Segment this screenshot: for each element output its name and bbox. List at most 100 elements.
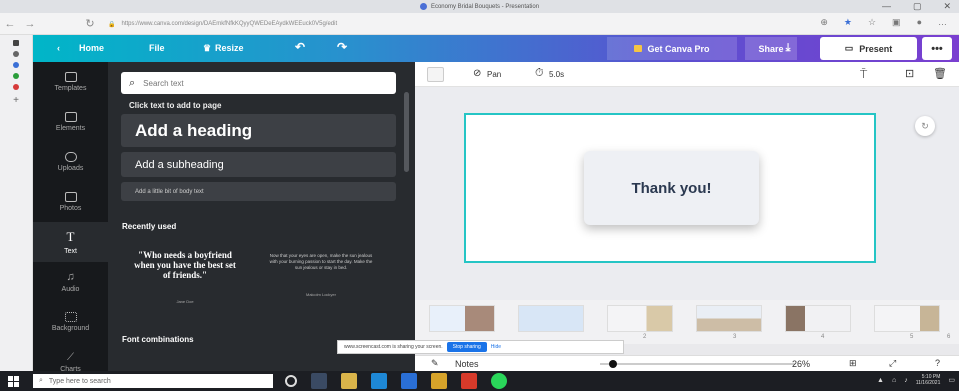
help-button[interactable]: ? — [935, 358, 940, 368]
trash-icon[interactable]: 🗑 — [933, 67, 947, 80]
search-input[interactable] — [143, 78, 364, 88]
add-subheading-button[interactable]: Add a subheading — [121, 152, 396, 177]
zoom-slider-handle[interactable] — [609, 360, 617, 368]
task-view-icon[interactable] — [311, 373, 327, 389]
lock-icon[interactable]: ⊡ — [905, 67, 914, 80]
chrome-icon[interactable] — [491, 373, 507, 389]
page-thumbnail[interactable] — [518, 305, 584, 332]
recent-text-style-1[interactable]: "Who needs a boyfriend when you have the… — [130, 250, 240, 280]
tab-icon[interactable] — [13, 73, 19, 79]
reload-icon[interactable]: ↻ — [80, 17, 100, 30]
sidebar-item-uploads[interactable]: Uploads — [33, 142, 108, 182]
mail-icon[interactable] — [401, 373, 417, 389]
page-thumbnail[interactable] — [785, 305, 851, 332]
file-explorer-icon[interactable] — [341, 373, 357, 389]
cortana-icon[interactable] — [285, 375, 297, 387]
add-body-text-button[interactable]: Add a little bit of body text — [121, 182, 396, 201]
fullscreen-icon[interactable]: ⤢ — [889, 358, 896, 369]
taskbar-search[interactable]: ⌕ Type here to search — [33, 374, 273, 388]
sidebar-item-templates[interactable]: Templates — [33, 62, 108, 102]
favorites-icon[interactable]: ☆ — [868, 17, 876, 28]
collections-icon[interactable]: ▣ — [892, 17, 901, 28]
grid-view-icon[interactable]: ⊞ — [849, 358, 857, 369]
recent-text-style-2[interactable]: Now that your eyes are open, make the su… — [266, 253, 376, 271]
paint-roller-icon[interactable]: ⍑ — [860, 67, 867, 82]
windows-start-icon[interactable] — [8, 376, 19, 387]
maximize-button[interactable]: ▢ — [913, 1, 922, 12]
back-icon[interactable]: ← — [0, 18, 20, 30]
canva-top-toolbar: ‹ Home File ♛ Resize ↶ ↷ Get Canva Pro S… — [33, 35, 959, 62]
zoom-slider[interactable] — [600, 363, 795, 365]
sidebar-item-text[interactable]: T Text — [33, 222, 108, 262]
screen-share-banner: www.screencast.com is sharing your scree… — [337, 340, 624, 354]
lock-icon: 🔒 — [108, 21, 116, 28]
tab-icon[interactable] — [13, 62, 19, 68]
close-window-button[interactable]: ✕ — [943, 1, 951, 12]
volume-icon[interactable]: ♪ — [904, 377, 908, 384]
edge-browser-icon[interactable] — [371, 373, 387, 389]
browser-menu-icon[interactable]: … — [938, 17, 947, 28]
tab-icon[interactable] — [13, 51, 19, 57]
page-thumbnail[interactable] — [696, 305, 762, 332]
browser-vertical-tabs: + — [0, 35, 33, 371]
sidebar-item-label: Uploads — [57, 165, 84, 172]
app-icon[interactable] — [431, 373, 447, 389]
sidebar-item-background[interactable]: Background — [33, 302, 108, 342]
resize-button[interactable]: Resize — [215, 43, 244, 53]
panel-scrollbar[interactable] — [404, 92, 409, 172]
file-menu-button[interactable]: File — [149, 43, 165, 53]
home-button[interactable]: Home — [79, 43, 104, 53]
page-number: 5 — [910, 334, 914, 340]
more-options-button[interactable]: ••• — [922, 37, 952, 60]
get-canva-pro-label: Get Canva Pro — [647, 43, 710, 54]
hide-banner-button[interactable]: Hide — [491, 344, 501, 350]
present-button[interactable]: ▭ Present — [820, 37, 917, 60]
slide-page[interactable]: Thank you! — [464, 113, 876, 263]
sidebar-item-label: Audio — [61, 286, 80, 293]
office-icon[interactable] — [461, 373, 477, 389]
chevron-left-icon[interactable]: ‹ — [57, 43, 60, 53]
minimize-button[interactable]: — — [882, 1, 891, 12]
people-icon[interactable]: ▲ — [877, 377, 884, 384]
share-banner-message: www.screencast.com is sharing your scree… — [344, 344, 443, 350]
sidebar-item-elements[interactable]: Elements — [33, 102, 108, 142]
browser-tab-title[interactable]: Economy Bridal Bouquets - Presentation — [431, 4, 539, 10]
page-number: 3 — [733, 334, 737, 340]
pan-button[interactable]: Pan — [487, 70, 501, 79]
search-box[interactable]: ⌕ — [121, 72, 396, 94]
refresh-icon[interactable]: ↻ — [915, 116, 935, 136]
sidebar-item-label: Background — [51, 325, 90, 332]
profile-icon[interactable]: ● — [917, 17, 922, 28]
page-thumbnail[interactable] — [874, 305, 940, 332]
forward-icon[interactable]: → — [20, 18, 40, 30]
redo-button[interactable]: ↷ — [337, 40, 347, 54]
page-thumbnail[interactable] — [607, 305, 673, 332]
resize-crown-icon: ♛ — [203, 43, 212, 53]
duration-button[interactable]: 5.0s — [549, 70, 564, 79]
notes-button[interactable]: Notes — [455, 359, 479, 369]
clock[interactable]: 5:10 PM 11/16/2021 — [916, 374, 941, 386]
stop-sharing-button[interactable]: Stop sharing — [446, 342, 487, 352]
page-thumbnail[interactable] — [429, 305, 495, 332]
add-heading-button[interactable]: Add a heading — [121, 114, 396, 147]
network-icon[interactable]: ⌂ — [892, 377, 896, 384]
sidebar-item-photos[interactable]: Photos — [33, 182, 108, 222]
canvas-area[interactable]: Thank you! ↻ — [415, 87, 959, 300]
panel-hint: Click text to add to page — [129, 101, 222, 110]
notifications-icon[interactable]: ▭ — [948, 376, 955, 384]
bookmark-star-icon[interactable]: ★ — [844, 17, 852, 28]
tab-icon[interactable] — [13, 84, 19, 90]
new-tab-icon[interactable]: + — [0, 95, 32, 106]
download-button[interactable]: ⤓ — [773, 37, 803, 60]
url-field[interactable]: https://www.canva.com/design/DAEmkfNfkKQ… — [121, 21, 337, 27]
background-color-swatch[interactable] — [427, 67, 444, 82]
tab-icon[interactable] — [13, 40, 19, 46]
zoom-level[interactable]: 26% — [792, 359, 810, 369]
slide-text[interactable]: Thank you! — [584, 151, 759, 225]
get-canva-pro-button[interactable]: Get Canva Pro — [607, 37, 737, 60]
zoom-icon[interactable]: ⊕ — [820, 17, 828, 28]
elements-icon — [64, 112, 77, 122]
sidebar-item-audio[interactable]: ♫ Audio — [33, 262, 108, 302]
taskbar-search-placeholder: Type here to search — [48, 377, 111, 385]
undo-button[interactable]: ↶ — [295, 40, 305, 54]
